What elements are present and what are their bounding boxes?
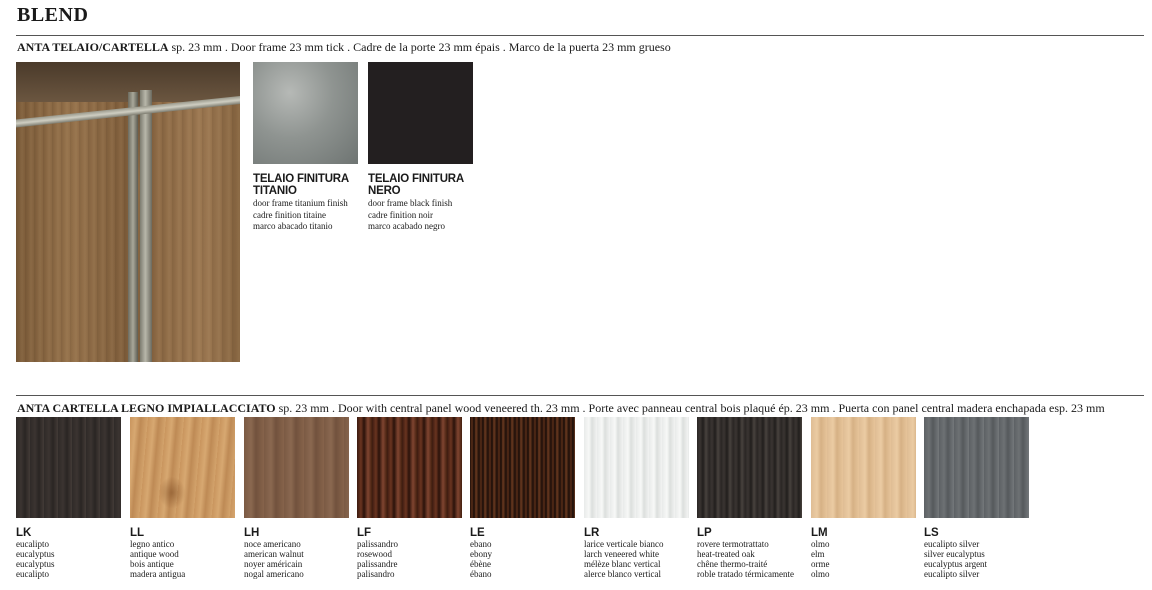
wood-name-fr: mélèze blanc vertical [584, 559, 661, 569]
wood-code: LF [357, 527, 372, 539]
wood-swatch-lh: LH noce americano american walnut noyer … [244, 417, 349, 579]
wood-name-it: eucalipto silver [924, 539, 980, 549]
section-heading-text: sp. 23 mm . Door frame 23 mm tick . Cadr… [168, 40, 671, 54]
wood-name-en: larch veneered white [584, 549, 659, 559]
wood-swatch-lm: LM olmo elm orme olmo [811, 417, 916, 579]
wood-name-fr: eucalyptus [16, 559, 55, 569]
wood-sample [357, 417, 462, 518]
section-heading-bold: ANTA CARTELLA LEGNO IMPIALLACCIATO [17, 401, 276, 415]
section-heading-door-frame: ANTA TELAIO/CARTELLA sp. 23 mm . Door fr… [17, 40, 671, 55]
wood-name-fr: bois antique [130, 559, 174, 569]
finish-name: TELAIO FINITURA TITANIO [253, 173, 350, 197]
wood-sample [697, 417, 802, 518]
wood-name-es: ébano [470, 569, 492, 579]
finish-swatch-titanium [253, 62, 358, 164]
wood-swatch-lf: LF palissandro rosewood palissandre pali… [357, 417, 462, 579]
finish-titanium: TELAIO FINITURA TITANIO door frame titan… [253, 62, 358, 233]
wood-name-fr: eucalyptus argent [924, 559, 988, 569]
section-divider [16, 395, 1144, 396]
wood-name-it: palissandro [357, 539, 398, 549]
section-divider [16, 35, 1144, 36]
wood-name-fr: noyer américain [244, 559, 303, 569]
wood-code: LS [924, 527, 939, 539]
wood-name-it: larice verticale bianco [584, 539, 664, 549]
wood-name-es: eucalipto [16, 569, 49, 579]
wood-sample [811, 417, 916, 518]
wood-sample [244, 417, 349, 518]
wood-name-fr: chêne thermo-traité [697, 559, 768, 569]
wood-name-es: palisandro [357, 569, 395, 579]
wood-code: LM [811, 527, 828, 539]
wood-sample [470, 417, 575, 518]
wood-sample [16, 417, 121, 518]
page-title: BLEND [17, 4, 89, 26]
wood-name-en: rosewood [357, 549, 392, 559]
finish-name: TELAIO FINITURA NERO [368, 173, 465, 197]
wood-name-en: antique wood [130, 549, 179, 559]
wood-swatch-le: LE ebano ebony ébène ébano [470, 417, 575, 579]
wood-name-es: alerce blanco vertical [584, 569, 661, 579]
wood-name-fr: orme [811, 559, 830, 569]
wood-name-es: olmo [811, 569, 830, 579]
wood-name-fr: palissandre [357, 559, 398, 569]
wood-name-it: legno antico [130, 539, 175, 549]
wood-name-es: madera antigua [130, 569, 186, 579]
wood-name-en: heat-treated oak [697, 549, 755, 559]
wood-code: LP [697, 527, 712, 539]
wood-name-fr: ébène [470, 559, 491, 569]
wood-name-es: nogal americano [244, 569, 304, 579]
wood-name-es: eucalipto silver [924, 569, 980, 579]
wood-swatch-lr: LR larice verticale bianco larch veneere… [584, 417, 689, 579]
wood-sample [130, 417, 235, 518]
wood-name-it: eucalipto [16, 539, 49, 549]
door-frame-photo [16, 62, 240, 362]
wood-code: LR [584, 527, 600, 539]
wood-code: LH [244, 527, 260, 539]
wood-name-it: noce americano [244, 539, 301, 549]
wood-name-en: ebony [470, 549, 492, 559]
finish-swatch-black [368, 62, 473, 164]
wood-code: LK [16, 527, 32, 539]
wood-name-es: roble tratado térmicamente [697, 569, 794, 579]
wood-code: LL [130, 527, 145, 539]
finish-black: TELAIO FINITURA NERO door frame black fi… [368, 62, 473, 233]
finish-translations: door frame black finish cadre finition n… [368, 198, 453, 231]
wood-name-it: ebano [470, 539, 492, 549]
wood-swatch-lk: LK eucalipto eucalyptus eucalyptus eucal… [16, 417, 121, 579]
section-heading-text: sp. 23 mm . Door with central panel wood… [275, 401, 1105, 415]
wood-name-en: american walnut [244, 549, 304, 559]
wood-name-it: olmo [811, 539, 830, 549]
section-heading-veneered-panel: ANTA CARTELLA LEGNO IMPIALLACCIATO sp. 2… [17, 401, 1105, 416]
section-heading-bold: ANTA TELAIO/CARTELLA [17, 40, 169, 54]
wood-name-it: rovere termotrattato [697, 539, 769, 549]
wood-swatch-lp: LP rovere termotrattato heat-treated oak… [697, 417, 802, 579]
wood-code: LE [470, 527, 485, 539]
wood-swatch-ls: LS eucalipto silver silver eucalyptus eu… [924, 417, 1029, 579]
wood-name-en: eucalyptus [16, 549, 55, 559]
wood-swatch-ll: LL legno antico antique wood bois antiqu… [130, 417, 235, 579]
wood-name-en: silver eucalyptus [924, 549, 985, 559]
wood-sample [584, 417, 689, 518]
wood-sample [924, 417, 1029, 518]
finish-translations: door frame titanium finish cadre finitio… [253, 198, 348, 231]
wood-name-en: elm [811, 549, 825, 559]
